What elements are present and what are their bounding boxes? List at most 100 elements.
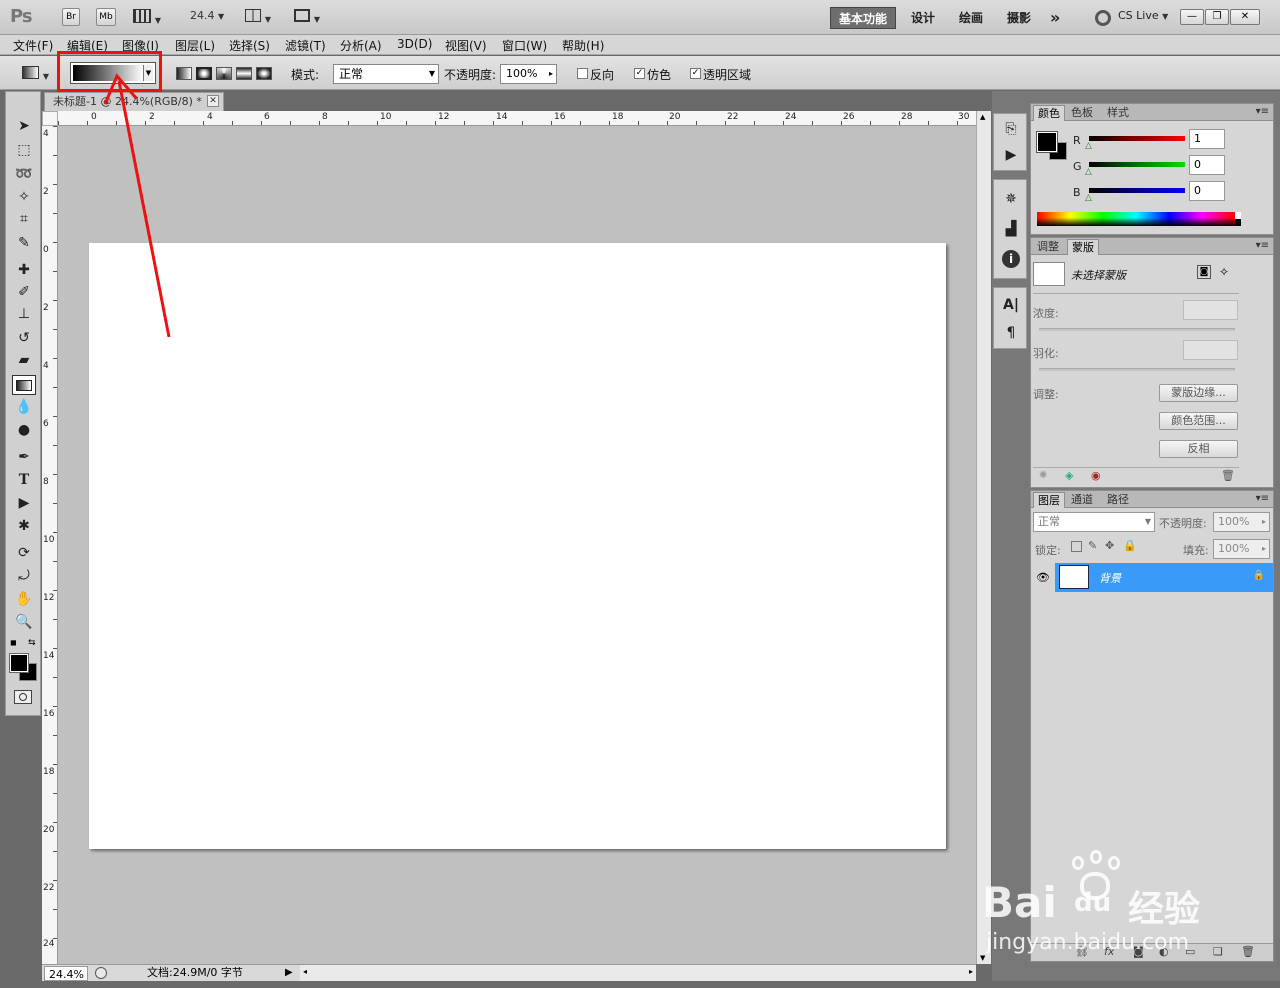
color-range-button[interactable]: 颜色范围... — [1159, 412, 1238, 430]
adjustment-layer-icon[interactable]: ◐ — [1159, 945, 1169, 958]
document-tab[interactable]: 未标题-1 @ 24.4%(RGB/8) * ✕ — [44, 92, 224, 111]
pixel-mask-icon[interactable]: ◙ — [1197, 265, 1211, 279]
scroll-left-icon[interactable]: ◂ — [303, 967, 307, 976]
move-tool-icon[interactable]: ➤ — [12, 116, 36, 136]
menu-view[interactable]: 视图(V) — [445, 37, 487, 54]
mask-edge-button[interactable]: 蒙版边缘... — [1159, 384, 1238, 402]
scroll-up-icon[interactable]: ▲ — [980, 113, 985, 121]
info-icon[interactable]: i — [1002, 250, 1020, 268]
history-icon[interactable]: ⎘ — [1002, 120, 1020, 138]
swap-colors-icon[interactable]: ⇆ — [28, 638, 38, 648]
foreground-color-swatch[interactable] — [9, 653, 29, 673]
workspace-photography[interactable]: 摄影 — [999, 7, 1039, 29]
opacity-input[interactable]: 100% ▸ — [500, 64, 557, 84]
3d-rotate-icon[interactable]: ⟳ — [12, 543, 36, 563]
apply-mask-icon[interactable]: ◈ — [1065, 469, 1073, 482]
status-info-icon[interactable] — [95, 967, 107, 979]
add-mask-icon[interactable]: ◙ — [1133, 945, 1144, 958]
channel-r-input[interactable]: 1 — [1189, 129, 1225, 149]
dither-checkbox[interactable]: ✓ — [634, 68, 645, 79]
tool-preset-picker[interactable]: ▼ — [22, 66, 52, 82]
tab-adjustments[interactable]: 调整 — [1033, 239, 1063, 255]
paragraph-icon[interactable]: ¶ — [1002, 324, 1020, 342]
menu-analysis[interactable]: 分析(A) — [340, 37, 382, 54]
slider-thumb-icon[interactable]: △ — [1085, 193, 1092, 203]
panel-menu-icon[interactable]: ▾≡ — [1256, 106, 1269, 117]
blur-tool-icon[interactable]: 💧 — [12, 397, 36, 417]
panel-menu-icon[interactable]: ▾≡ — [1256, 493, 1269, 504]
reflected-gradient-button[interactable] — [236, 67, 252, 80]
channel-b-slider[interactable] — [1089, 188, 1185, 193]
tab-swatches[interactable]: 色板 — [1067, 105, 1097, 121]
marquee-tool-icon[interactable]: ⬚ — [12, 140, 36, 160]
shape-tool-icon[interactable]: ✱ — [12, 516, 36, 536]
horizontal-scrollbar[interactable]: ◂ ▸ — [300, 964, 976, 981]
new-group-icon[interactable]: ▭ — [1185, 945, 1195, 958]
layer-visibility-toggle[interactable]: 👁 — [1033, 563, 1053, 592]
ruler-origin[interactable] — [42, 111, 58, 126]
tab-paths[interactable]: 路径 — [1103, 492, 1133, 508]
quick-mask-icon[interactable] — [14, 690, 32, 704]
density-slider[interactable] — [1039, 328, 1235, 331]
tab-channels[interactable]: 通道 — [1067, 492, 1097, 508]
black-swatch[interactable] — [1235, 219, 1241, 226]
density-input[interactable] — [1183, 300, 1238, 320]
disable-mask-icon[interactable]: ◉ — [1091, 469, 1101, 482]
menu-window[interactable]: 窗口(W) — [502, 37, 547, 54]
chevron-right-icon[interactable]: ▸ — [549, 65, 553, 83]
minimize-button[interactable]: — — [1180, 9, 1204, 25]
chevron-right-icon[interactable]: ▸ — [1262, 513, 1266, 531]
cs-live-button[interactable]: CS Live ▼ — [1118, 9, 1168, 22]
close-button[interactable]: ✕ — [1230, 9, 1260, 25]
bridge-button[interactable]: Br — [62, 8, 80, 26]
arrange-documents-button[interactable]: ▼ — [245, 9, 277, 25]
pen-tool-icon[interactable]: ✒ — [12, 447, 36, 467]
channel-b-input[interactable]: 0 — [1189, 181, 1225, 201]
magic-wand-icon[interactable]: ✧ — [12, 187, 36, 207]
menu-select[interactable]: 选择(S) — [229, 37, 270, 54]
dodge-tool-icon[interactable]: ● — [12, 420, 36, 440]
mini-bridge-button[interactable]: Mb — [96, 8, 116, 26]
menu-filter[interactable]: 滤镜(T) — [285, 37, 326, 54]
lock-position-icon[interactable]: ✥ — [1105, 539, 1114, 552]
mode-select[interactable]: 正常 ▼ — [333, 64, 439, 84]
trash-icon[interactable]: 🗑 — [1241, 945, 1255, 958]
load-selection-icon[interactable]: ✺ — [1039, 470, 1047, 481]
menu-file[interactable]: 文件(F) — [13, 37, 53, 54]
status-menu-arrow-icon[interactable]: ▶ — [285, 965, 293, 980]
new-layer-icon[interactable]: ❏ — [1213, 945, 1223, 958]
transparency-checkbox[interactable]: ✓ — [690, 68, 701, 79]
workspace-more-button[interactable]: » — [1042, 7, 1068, 29]
channel-g-input[interactable]: 0 — [1189, 155, 1225, 175]
layer-opacity-input[interactable]: 100% ▸ — [1213, 512, 1270, 532]
lock-transparent-icon[interactable] — [1071, 541, 1082, 552]
tab-color[interactable]: 颜色 — [1033, 105, 1065, 121]
menu-layer[interactable]: 图层(L) — [175, 37, 215, 54]
blend-mode-select[interactable]: 正常 ▼ — [1033, 512, 1155, 532]
radial-gradient-button[interactable] — [196, 67, 212, 80]
feather-input[interactable] — [1183, 340, 1238, 360]
white-swatch[interactable] — [1235, 212, 1241, 219]
linear-gradient-button[interactable] — [176, 67, 192, 80]
tab-masks[interactable]: 蒙版 — [1067, 239, 1099, 255]
status-zoom-field[interactable]: 24.4% — [44, 966, 88, 981]
zoom-tool-icon[interactable]: 🔍 — [12, 612, 36, 632]
reverse-checkbox[interactable] — [577, 68, 588, 79]
menu-3d[interactable]: 3D(D) — [397, 37, 432, 51]
view-extras-button[interactable]: ▼ — [133, 9, 165, 25]
restore-button[interactable]: ❐ — [1205, 9, 1229, 25]
panel-menu-icon[interactable]: ▾≡ — [1256, 240, 1269, 251]
clone-stamp-icon[interactable]: ⊥ — [12, 304, 36, 324]
gradient-tool-icon[interactable] — [12, 375, 36, 395]
link-layers-icon[interactable]: ⛓ — [1075, 945, 1089, 958]
channel-r-slider[interactable] — [1089, 136, 1185, 141]
chevron-right-icon[interactable]: ▸ — [1262, 540, 1266, 558]
workspace-design[interactable]: 设计 — [903, 7, 943, 29]
layer-row-background[interactable]: 背景 🔒 — [1055, 563, 1273, 592]
scroll-right-icon[interactable]: ▸ — [969, 967, 973, 976]
screen-mode-button[interactable]: ▼ — [294, 9, 326, 25]
zoom-level-dropdown[interactable]: 24.4 ▼ — [190, 9, 224, 22]
channel-g-slider[interactable] — [1089, 162, 1185, 167]
layer-style-icon[interactable]: fx — [1104, 945, 1114, 958]
actions-icon[interactable]: ▶ — [1002, 146, 1020, 164]
